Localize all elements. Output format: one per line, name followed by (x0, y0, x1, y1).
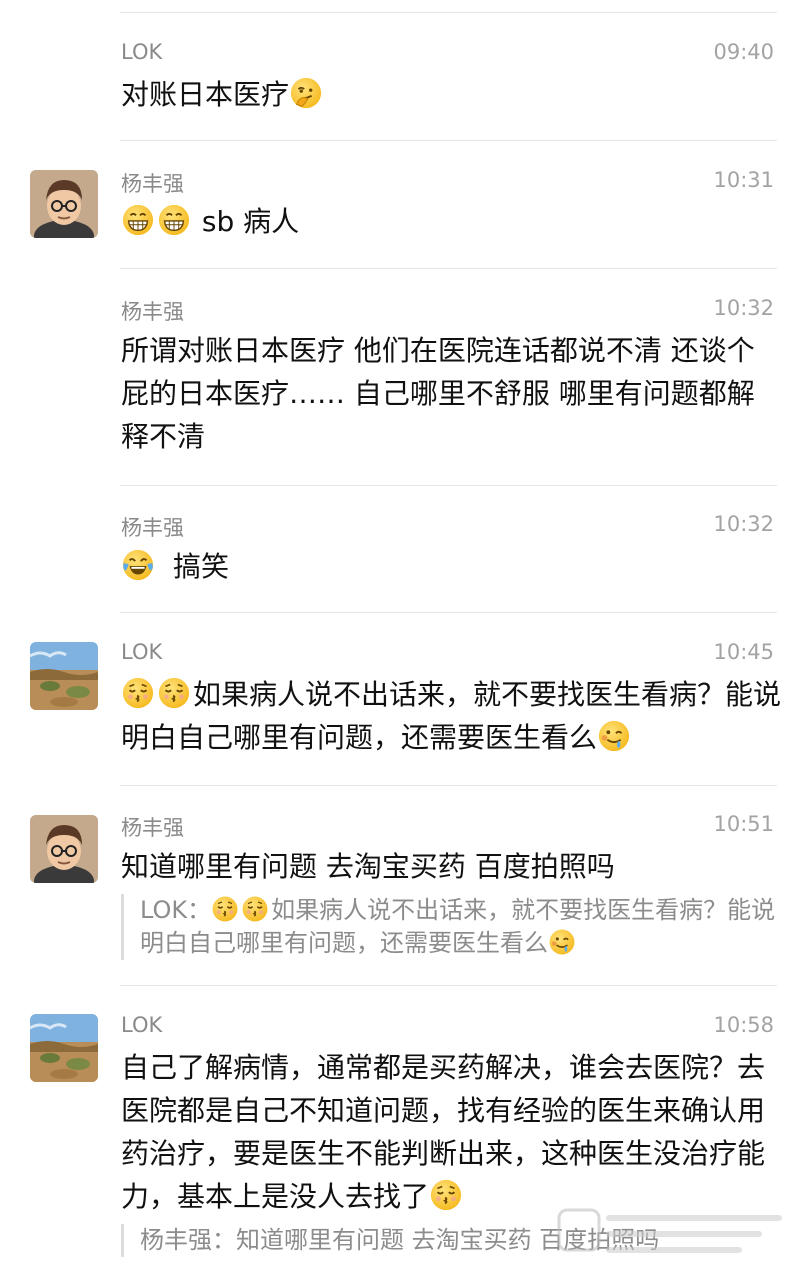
quote-sender: LOK： (140, 896, 212, 924)
avatar-yang[interactable] (30, 815, 98, 883)
chat-message[interactable]: 杨丰强 10:32 所谓对账日本医疗 他们在医院连话都说不清 还谈个屁的日本医疗… (0, 269, 807, 485)
message-text-content: sb 病人 (201, 205, 300, 238)
message-text-content: 搞笑 (173, 550, 230, 583)
message-time: 10:58 (713, 1013, 774, 1037)
message-time: 10:51 (713, 812, 774, 836)
sender-name: LOK (121, 1013, 163, 1037)
message-time: 10:31 (713, 168, 774, 192)
sender-name: 杨丰强 (121, 172, 184, 196)
kissing-face-icon (211, 895, 239, 923)
tears-of-joy-icon (121, 548, 155, 582)
drooling-face-icon (597, 719, 631, 753)
sender-name: 杨丰强 (121, 300, 184, 324)
chat-message[interactable]: LOK 10:45 如果病人说不出话来，就不要找医生看病？能说明白自己哪里有问题… (0, 613, 807, 785)
message-time: 10:32 (713, 512, 774, 536)
avatar-lok[interactable] (30, 642, 98, 710)
message-text: 所谓对账日本医疗 他们在医院连话都说不清 还谈个屁的日本医疗…… 自己哪里不舒服… (121, 334, 755, 453)
kissing-face-icon (241, 895, 269, 923)
sender-name: 杨丰强 (121, 816, 184, 840)
grinning-face-icon (121, 203, 155, 237)
message-text: sb 病人 (121, 200, 781, 243)
avatar-lok[interactable] (30, 1014, 98, 1082)
watermark-logo (557, 1208, 782, 1253)
chat-message[interactable]: 杨丰强 10:51 知道哪里有问题 去淘宝买药 百度拍照吗 LOK： 如果病人说不… (0, 786, 807, 985)
message-text: 自己了解病情，通常都是买药解决，谁会去医院？去医院都是自己不知道问题，找有经验的… (121, 1046, 781, 1218)
thinking-face-icon (289, 76, 323, 110)
grinning-face-icon (157, 203, 191, 237)
message-text-content: 如果病人说不出话来，就不要找医生看病？能说明白自己哪里有问题，还需要医生看么 (121, 678, 782, 754)
kissing-face-icon (157, 676, 191, 710)
message-text: 知道哪里有问题 去淘宝买药 百度拍照吗 (121, 850, 615, 883)
drooling-face-icon (548, 928, 576, 956)
kissing-face-icon (429, 1178, 463, 1212)
sender-name: LOK (121, 640, 163, 664)
message-time: 09:40 (713, 40, 774, 64)
message-text: 如果病人说不出话来，就不要找医生看病？能说明白自己哪里有问题，还需要医生看么 (121, 673, 781, 759)
message-text-content: 对账日本医疗 (121, 78, 290, 111)
quoted-message[interactable]: LOK： 如果病人说不出话来，就不要找医生看病？能说明白自己哪里有问题，还需要医生… (121, 894, 790, 960)
chat-message[interactable]: LOK 09:40 对账日本医疗 (0, 0, 807, 140)
message-text: 对账日本医疗 (121, 73, 781, 116)
message-time: 10:45 (713, 640, 774, 664)
sender-name: LOK (121, 40, 163, 64)
message-text: 搞笑 (121, 545, 781, 588)
chat-message[interactable]: 杨丰强 10:32 搞笑 (0, 486, 807, 612)
message-time: 10:32 (713, 296, 774, 320)
avatar-yang[interactable] (30, 170, 98, 238)
sender-name: 杨丰强 (121, 516, 184, 540)
chat-message[interactable]: 杨丰强 10:31 sb 病人 (0, 141, 807, 268)
kissing-face-icon (121, 676, 155, 710)
quote-sender: 杨丰强： (140, 1226, 236, 1254)
